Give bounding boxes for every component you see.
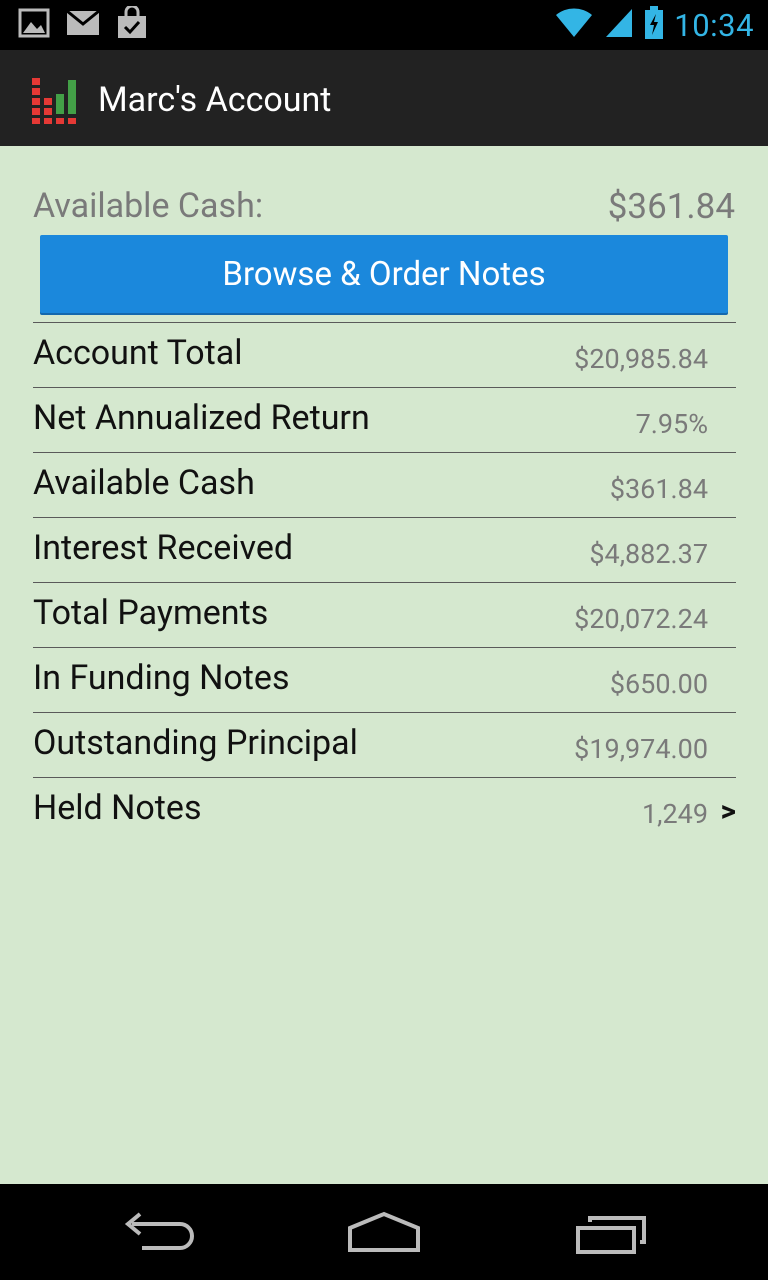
account-summary: Available Cash: $361.84 Browse & Order N… <box>0 146 768 1184</box>
stats-list: Account Total $20,985.84 Net Annualized … <box>33 322 736 842</box>
stat-label: Total Payments <box>33 593 269 633</box>
status-bar: 10:34 <box>0 0 768 50</box>
stat-row-total-payments: Total Payments $20,072.24 <box>33 582 736 647</box>
stat-value: $19,974.00 <box>574 733 708 765</box>
stat-label: Net Annualized Return <box>33 398 370 438</box>
browse-order-notes-button[interactable]: Browse & Order Notes <box>40 235 728 313</box>
held-notes-count: 1,249 <box>641 798 708 830</box>
shopping-bag-icon <box>116 4 148 44</box>
action-bar: Marc's Account <box>0 50 768 146</box>
stat-row-available-cash: Available Cash $361.84 <box>33 452 736 517</box>
page-title: Marc's Account <box>98 80 332 120</box>
available-cash-value: $361.84 <box>607 186 735 227</box>
stat-value: $20,985.84 <box>574 343 708 375</box>
stat-row-net-annualized-return: Net Annualized Return 7.95% <box>33 387 736 452</box>
stat-value: $361.84 <box>609 473 708 505</box>
gallery-icon <box>18 7 50 43</box>
stat-label: In Funding Notes <box>33 658 290 698</box>
stat-label: Held Notes <box>33 788 202 828</box>
stat-label: Outstanding Principal <box>33 723 358 763</box>
stat-row-outstanding-principal: Outstanding Principal $19,974.00 <box>33 712 736 777</box>
stat-label: Account Total <box>33 333 243 373</box>
bar-chart-logo-icon[interactable] <box>30 74 82 124</box>
signal-icon <box>604 7 634 43</box>
stat-value: 7.95% <box>635 408 708 440</box>
stat-label: Interest Received <box>33 528 294 568</box>
stat-value: $20,072.24 <box>574 603 708 635</box>
chevron-right-icon: > <box>720 794 736 829</box>
recent-apps-icon[interactable] <box>560 1206 660 1258</box>
stat-value: $650.00 <box>609 668 708 700</box>
battery-icon <box>644 6 664 44</box>
stat-row-account-total: Account Total $20,985.84 <box>33 322 736 387</box>
gmail-icon <box>66 9 100 41</box>
home-icon[interactable] <box>334 1206 434 1258</box>
available-cash-label: Available Cash: <box>33 186 264 226</box>
back-icon[interactable] <box>110 1206 210 1258</box>
stat-label: Available Cash <box>33 463 255 503</box>
stat-row-in-funding-notes: In Funding Notes $650.00 <box>33 647 736 712</box>
wifi-icon <box>554 7 594 43</box>
held-notes-row[interactable]: Held Notes 1,249 > <box>33 777 736 842</box>
available-cash-header: Available Cash: $361.84 <box>33 186 735 227</box>
clock: 10:34 <box>674 6 754 44</box>
stat-value: $4,882.37 <box>589 538 708 570</box>
stat-row-interest-received: Interest Received $4,882.37 <box>33 517 736 582</box>
navigation-bar <box>0 1184 768 1280</box>
